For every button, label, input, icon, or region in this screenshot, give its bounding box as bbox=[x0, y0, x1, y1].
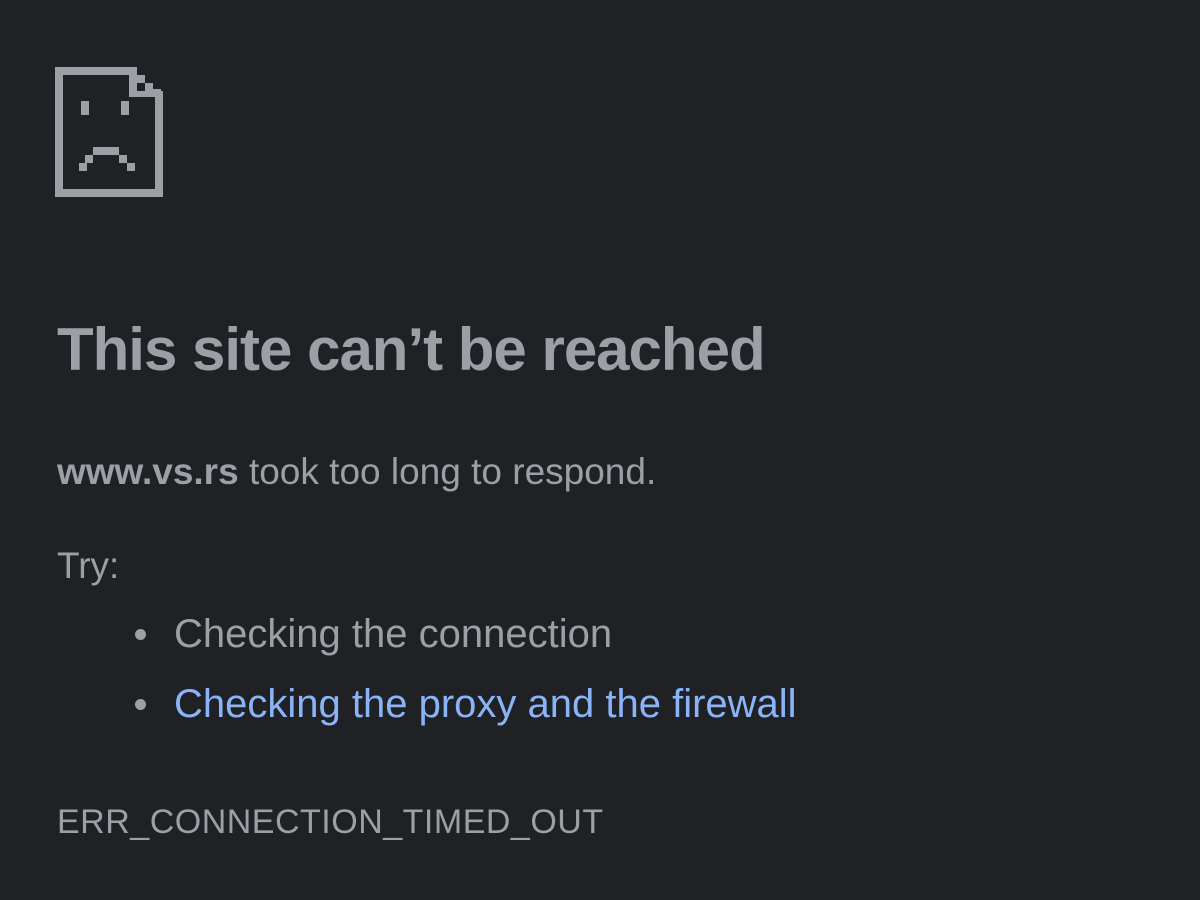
suggestion-proxy-firewall-link[interactable]: Checking the proxy and the firewall bbox=[174, 682, 797, 726]
error-code: ERR_CONNECTION_TIMED_OUT bbox=[57, 803, 604, 841]
bullet-icon bbox=[135, 629, 146, 640]
error-summary: www.vs.rs took too long to respond. bbox=[57, 448, 656, 496]
try-label: Try: bbox=[57, 545, 120, 586]
suggestion-item: Checking the proxy and the firewall bbox=[132, 676, 797, 746]
suggestion-check-connection: Checking the connection bbox=[174, 612, 613, 656]
suggestion-item: Checking the connection bbox=[132, 606, 797, 676]
bullet-icon bbox=[135, 699, 146, 710]
host-name: www.vs.rs bbox=[57, 451, 239, 492]
error-heading: This site can’t be reached bbox=[57, 316, 766, 383]
summary-message: took too long to respond. bbox=[238, 451, 657, 492]
suggestions-list: Checking the connection Checking the pro… bbox=[132, 606, 797, 746]
sad-page-icon bbox=[55, 67, 163, 197]
